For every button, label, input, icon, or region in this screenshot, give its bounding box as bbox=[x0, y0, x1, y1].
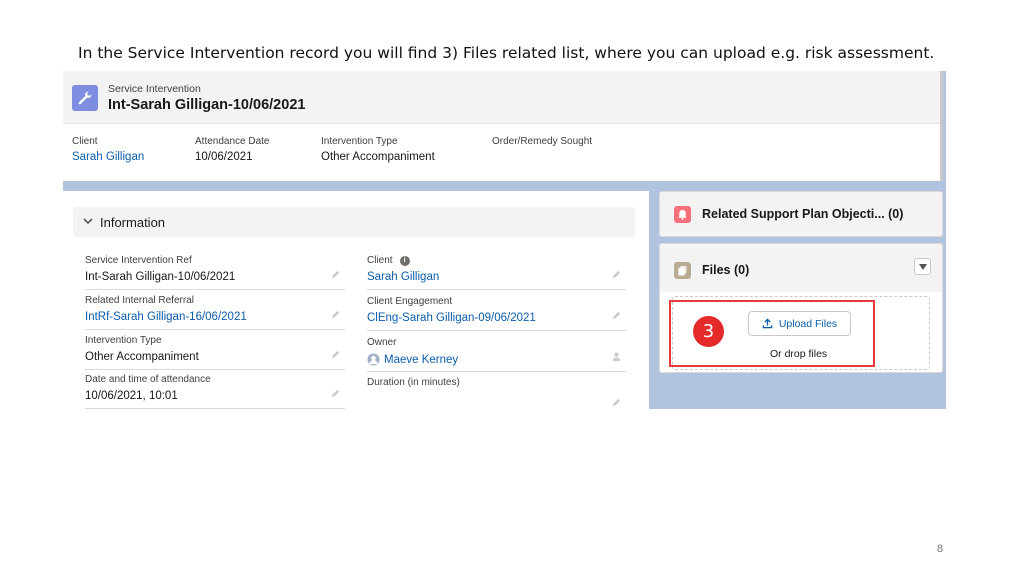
step-number-badge: 3 bbox=[693, 316, 724, 347]
info-icon[interactable]: i bbox=[399, 255, 410, 266]
highlight-client: Client Sarah Gilligan bbox=[72, 136, 144, 163]
field-label: Owner bbox=[367, 337, 397, 348]
field-value: Int-Sarah Gilligan-10/06/2021 bbox=[85, 271, 236, 283]
pencil-icon[interactable] bbox=[611, 397, 622, 408]
internal-referral-link[interactable]: IntRf-Sarah Gilligan-16/06/2021 bbox=[85, 311, 345, 323]
support-plan-title-link[interactable]: Related Support Plan Objecti... (0) bbox=[702, 207, 903, 221]
highlight-order-remedy: Order/Remedy Sought bbox=[492, 136, 592, 151]
chevron-down-icon bbox=[83, 217, 93, 228]
record-header-top: Service Intervention Int-Sarah Gilligan-… bbox=[63, 71, 940, 124]
field-label: Duration (in minutes) bbox=[367, 377, 460, 388]
field-client: Client i Sarah Gilligan bbox=[367, 255, 626, 291]
field-related-internal-referral: Related Internal Referral IntRf-Sarah Gi… bbox=[85, 295, 345, 331]
record-title: Int-Sarah Gilligan-10/06/2021 bbox=[108, 97, 306, 113]
field-label: Client Engagement bbox=[367, 296, 453, 307]
owner-value-row: Maeve Kerney bbox=[367, 353, 626, 366]
related-support-plan-card: Related Support Plan Objecti... (0) bbox=[659, 191, 943, 237]
highlight-attendance-date: Attendance Date 10/06/2021 bbox=[195, 136, 270, 163]
field-divider bbox=[85, 369, 345, 370]
field-service-intervention-ref: Service Intervention Ref Int-Sarah Gilli… bbox=[85, 255, 345, 291]
highlight-label: Client bbox=[72, 136, 98, 147]
pencil-icon[interactable] bbox=[611, 269, 622, 280]
record-header: Service Intervention Int-Sarah Gilligan-… bbox=[63, 71, 943, 181]
field-label: Client bbox=[367, 255, 393, 266]
field-label: Date and time of attendance bbox=[85, 374, 211, 385]
pencil-icon[interactable] bbox=[330, 388, 341, 399]
field-divider bbox=[367, 289, 626, 290]
client-link[interactable]: Sarah Gilligan bbox=[72, 151, 144, 163]
highlight-label: Intervention Type bbox=[321, 136, 398, 147]
pencil-icon[interactable] bbox=[330, 309, 341, 320]
field-duration: Duration (in minutes) bbox=[367, 377, 626, 409]
client-field-link[interactable]: Sarah Gilligan bbox=[367, 271, 626, 283]
field-intervention-type: Intervention Type Other Accompaniment bbox=[85, 335, 345, 371]
wrench-icon bbox=[72, 85, 98, 111]
field-date-time-attendance: Date and time of attendance 10/06/2021, … bbox=[85, 374, 345, 409]
highlight-label: Order/Remedy Sought bbox=[492, 136, 593, 147]
client-engagement-link[interactable]: ClEng-Sarah Gilligan-09/06/2021 bbox=[367, 312, 626, 324]
change-owner-icon[interactable] bbox=[611, 351, 622, 362]
field-divider bbox=[85, 329, 345, 330]
field-value: Other Accompaniment bbox=[85, 351, 199, 363]
information-section-header[interactable]: Information bbox=[73, 207, 635, 237]
field-label-row: Client i bbox=[367, 255, 626, 266]
record-object-type: Service Intervention bbox=[108, 83, 201, 95]
avatar-icon bbox=[367, 353, 380, 366]
field-label: Intervention Type bbox=[85, 335, 162, 346]
field-label: Service Intervention Ref bbox=[85, 255, 192, 266]
field-owner: Owner Maeve Kerney bbox=[367, 337, 626, 373]
field-value: 10/06/2021, 10:01 bbox=[85, 390, 178, 402]
field-client-engagement: Client Engagement ClEng-Sarah Gilligan-0… bbox=[367, 296, 626, 332]
detail-panel: Information Service Intervention Ref Int… bbox=[63, 191, 649, 409]
field-divider bbox=[367, 330, 626, 331]
slide-caption: In the Service Intervention record you w… bbox=[78, 44, 935, 62]
bell-icon bbox=[674, 206, 691, 223]
pencil-icon[interactable] bbox=[330, 269, 341, 280]
files-icon bbox=[674, 262, 691, 279]
pencil-icon[interactable] bbox=[611, 310, 622, 321]
highlight-value: Other Accompaniment bbox=[321, 151, 435, 163]
dropdown-menu-button[interactable] bbox=[914, 258, 931, 275]
slide-number: 8 bbox=[937, 543, 944, 555]
field-label: Related Internal Referral bbox=[85, 295, 194, 306]
owner-link[interactable]: Maeve Kerney bbox=[384, 354, 458, 366]
highlight-value: 10/06/2021 bbox=[195, 151, 253, 163]
files-title-link[interactable]: Files (0) bbox=[702, 263, 749, 277]
section-title: Information bbox=[100, 214, 166, 230]
highlight-label: Attendance Date bbox=[195, 136, 270, 147]
highlight-intervention-type: Intervention Type Other Accompaniment bbox=[321, 136, 435, 163]
caret-down-icon bbox=[918, 263, 927, 270]
pencil-icon[interactable] bbox=[330, 349, 341, 360]
field-divider bbox=[85, 408, 345, 409]
field-divider bbox=[85, 289, 345, 290]
field-divider bbox=[367, 371, 626, 372]
